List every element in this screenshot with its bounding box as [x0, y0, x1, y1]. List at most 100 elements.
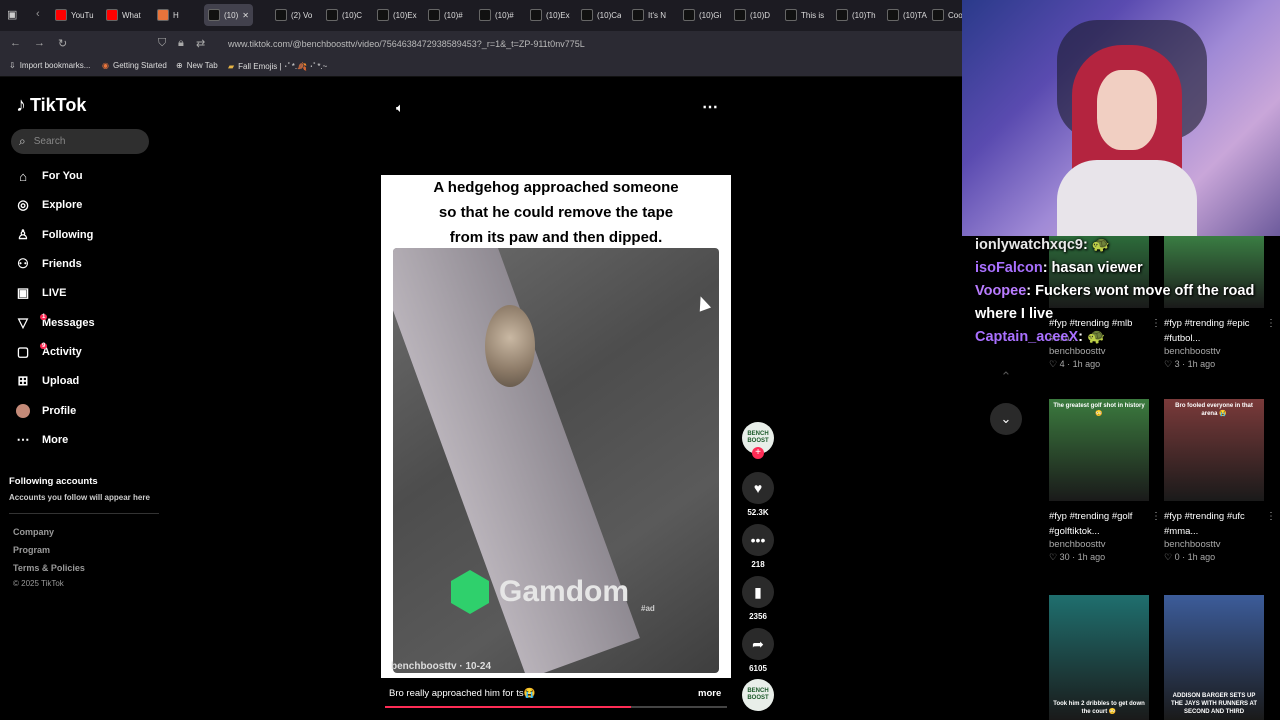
gamdom-logo-icon	[451, 570, 489, 614]
browser-tab-strip: ▣ ‹ YouTu What H (10) ✕ (2) Vo (10)C (10)Ex (10)…	[0, 0, 962, 31]
video-player[interactable]: A hedgehog approached someone so that he…	[381, 175, 731, 678]
permissions-icon[interactable]: ⇄	[196, 37, 205, 50]
card-author[interactable]: benchboosttv	[1164, 539, 1264, 550]
browser-tab[interactable]: (10)Ex	[377, 4, 417, 26]
browser-tab[interactable]: It's N	[632, 4, 666, 26]
browser-tab[interactable]: YouTu	[55, 4, 94, 26]
url-bar[interactable]: www.tiktok.com/@benchboosttv/video/75646…	[228, 39, 585, 49]
comment-button[interactable]: ••• 218	[742, 524, 774, 569]
recommended-video-card[interactable]: ADDISON BARGER SETS UP THE JAYS WITH RUN…	[1164, 595, 1264, 720]
video-thumbnail[interactable]: Took him 2 dribbles to get down the cour…	[1049, 595, 1149, 720]
card-author[interactable]: benchboosttv	[1049, 539, 1149, 550]
more-dots-icon: ⋯	[16, 432, 30, 447]
recommended-video-card[interactable]: The greatest golf shot in history 😳 #fyp …	[1049, 399, 1161, 563]
sound-avatar: BENCH BOOST	[742, 679, 774, 711]
like-count: 52.3K	[747, 508, 769, 517]
sidebar-item-activity[interactable]: ▢ 9 Activity	[16, 341, 82, 363]
share-icon: ➦	[742, 628, 774, 660]
sidebar-item-following[interactable]: ♙ Following	[16, 224, 93, 246]
browser-tab[interactable]: (10)Ex	[530, 4, 570, 26]
sidebar-item-live[interactable]: ▣ LIVE	[16, 282, 67, 304]
browser-tab[interactable]: (10)C	[326, 4, 362, 26]
chat-username: Voopee	[975, 283, 1027, 299]
tab-favicon-icon	[428, 9, 440, 21]
tiktok-logo[interactable]: ♪ TikTok	[16, 94, 86, 117]
sidebar-item-profile[interactable]: Profile	[16, 400, 76, 422]
bookmark-import[interactable]: ⇩ Import bookmarks...	[9, 61, 90, 70]
streamer-body-image	[1057, 160, 1197, 236]
creator-avatar-button[interactable]: BENCH BOOST +	[742, 422, 774, 459]
browser-tab[interactable]: H	[157, 4, 179, 26]
tab-favicon-icon	[932, 9, 944, 21]
live-icon: ▣	[16, 285, 30, 300]
browser-tab[interactable]: (10)TA	[887, 4, 927, 26]
streamer-webcam	[962, 0, 1280, 236]
bookmark-fall-emojis[interactable]: ▰ Fall Emojis | ･ﾟ*.🍂 ･ﾟ*.~	[228, 61, 327, 72]
browser-tab[interactable]: (10)D	[734, 4, 770, 26]
recommended-video-card[interactable]: Bro fooled everyone in that arena 😭 #fyp …	[1164, 399, 1276, 563]
video-progress-fill	[385, 706, 632, 708]
bookmark-getting-started[interactable]: ◉ Getting Started	[102, 61, 167, 70]
card-options-icon[interactable]: ⋮	[1151, 511, 1161, 522]
browser-tab[interactable]: (10)Gi	[683, 4, 721, 26]
follow-plus-icon[interactable]: +	[752, 447, 764, 459]
reload-button[interactable]: ↻	[58, 37, 67, 50]
search-input[interactable]: ⌕ Search	[11, 129, 149, 154]
more-options-icon[interactable]: ⋯	[702, 97, 718, 117]
bookmark-new-tab[interactable]: ⊕ New Tab	[176, 61, 218, 70]
like-button[interactable]: ♥ 52.3K	[742, 472, 774, 517]
browser-tab[interactable]: (10)Ca	[581, 4, 621, 26]
tab-favicon-icon	[326, 9, 338, 21]
volume-icon[interactable]: 🔈︎	[396, 100, 404, 116]
footer-program-link[interactable]: Program	[13, 545, 50, 555]
sidebar-item-upload[interactable]: ⊞ Upload	[16, 370, 80, 392]
browser-tab[interactable]: This is	[785, 4, 824, 26]
browser-tab[interactable]: (10)Th	[836, 4, 876, 26]
video-thumbnail[interactable]: The greatest golf shot in history 😳	[1049, 399, 1149, 501]
sidebar-item-friends[interactable]: ⚇ Friends	[16, 253, 82, 275]
card-title[interactable]: #fyp #trending #golf #golftiktok...	[1049, 509, 1149, 539]
footer-terms-link[interactable]: Terms & Policies	[13, 563, 85, 573]
tab-favicon-icon	[581, 9, 593, 21]
recommended-video-card[interactable]: Took him 2 dribbles to get down the cour…	[1049, 595, 1149, 720]
tab-favicon-icon	[632, 9, 644, 21]
save-button[interactable]: ▮ 2356	[742, 576, 774, 621]
description-more-button[interactable]: more	[698, 688, 721, 699]
video-overlay-username[interactable]: benchboosttv · 10-24	[391, 661, 491, 672]
gamdom-watermark: Gamdom #ad	[451, 570, 655, 614]
browser-tab[interactable]: Coo	[932, 4, 962, 26]
chat-text: : 🐢	[1078, 329, 1106, 345]
browser-tab[interactable]: What	[106, 4, 141, 26]
sidebar-item-messages[interactable]: ▽ 1 Messages	[16, 312, 95, 334]
browser-tab[interactable]: (10)#	[479, 4, 514, 26]
card-meta: ♡ 0 · 1h ago	[1164, 552, 1216, 562]
lock-icon[interactable]: 🔒︎	[178, 37, 184, 50]
tab-favicon-icon	[785, 9, 797, 21]
video-progress-bar[interactable]	[385, 706, 727, 708]
browser-tab[interactable]: (2) Vo	[275, 4, 312, 26]
chevron-down-icon: ⌄	[1000, 411, 1012, 426]
browser-tab[interactable]: (10) ✕	[204, 4, 253, 26]
sidebar-item-for-you[interactable]: ⌂ For You	[16, 165, 82, 187]
card-title[interactable]: #fyp #trending #ufc #mma...	[1164, 509, 1264, 539]
tab-overview-icon[interactable]: ▣	[7, 8, 17, 21]
sidebar-item-more[interactable]: ⋯ More	[16, 429, 69, 451]
messages-icon: ▽	[18, 315, 28, 330]
footer-company-link[interactable]: Company	[13, 527, 54, 537]
video-thumbnail[interactable]: Bro fooled everyone in that arena 😭	[1164, 399, 1264, 501]
share-button[interactable]: ➦ 6105	[742, 628, 774, 673]
shield-icon[interactable]: ⛉	[158, 37, 166, 50]
heart-icon: ♥	[742, 472, 774, 504]
back-button[interactable]: ←	[10, 37, 21, 49]
sidebar-item-explore[interactable]: ◎ Explore	[16, 194, 82, 216]
scroll-up-button[interactable]: ⌃	[990, 361, 1022, 393]
card-options-icon[interactable]: ⋮	[1266, 511, 1276, 522]
sound-avatar-button[interactable]: BENCH BOOST	[742, 679, 774, 711]
scroll-down-button[interactable]: ⌄	[990, 403, 1022, 435]
video-thumbnail[interactable]: ADDISON BARGER SETS UP THE JAYS WITH RUN…	[1164, 595, 1264, 720]
browser-tab[interactable]: (10)#	[428, 4, 463, 26]
close-tab-icon[interactable]: ✕	[242, 11, 249, 20]
forward-button[interactable]: →	[34, 37, 45, 49]
chat-message: Voopee: Fuckers wont move off the road w…	[975, 280, 1280, 326]
tab-scroll-left-icon[interactable]: ‹	[36, 8, 40, 20]
